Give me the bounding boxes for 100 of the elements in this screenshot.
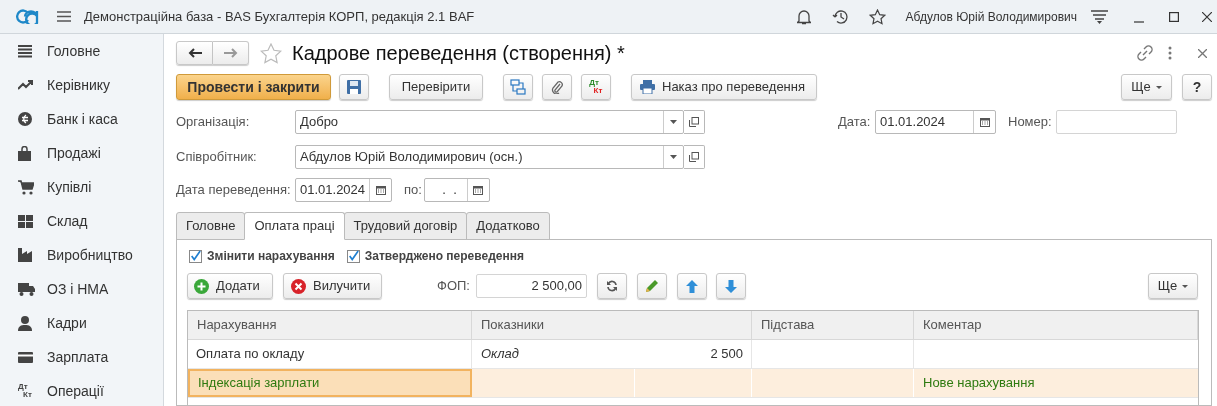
coin-icon [18,112,32,126]
tab[interactable]: Трудовий договір [343,212,468,240]
fop-field[interactable]: 2 500,00 [476,274,587,298]
help-button[interactable]: ? [1182,74,1212,100]
sidebar-item[interactable]: Банк і каса [47,108,118,130]
check-button[interactable]: Перевірити [389,74,483,100]
table-row[interactable]: Індексація зарплати Нове нарахування [188,369,1198,398]
table-cell: Індексація зарплати [188,369,472,397]
filter-menu-icon[interactable] [1091,9,1108,24]
checkbox-label: Змінити нарахування [207,248,335,265]
pencil-icon [645,279,659,293]
sidebar-item[interactable]: Продажі [47,142,101,164]
column-header[interactable]: Нарахування [188,311,472,340]
number-field[interactable] [1056,110,1177,134]
truck-icon [18,282,35,296]
open-button[interactable] [684,145,705,169]
menu-icon[interactable] [57,11,71,22]
dropdown-arrow-icon [670,120,677,124]
save-button[interactable] [339,74,369,100]
table-cell-text: Оклад [481,345,519,364]
tab[interactable]: Головне [176,212,246,240]
calendar-icon [473,185,484,195]
sidebar-item[interactable]: Операції [47,380,104,402]
sidebar-item[interactable]: Зарплата [47,346,109,368]
person-icon [18,315,32,331]
sidebar-item[interactable]: Кадри [47,312,87,334]
add-button[interactable]: Додати [187,273,273,299]
up-arrow-icon [686,279,698,293]
grid-icon [18,214,33,228]
card-icon [18,351,33,363]
attach-button[interactable] [542,74,572,100]
checkbox[interactable] [346,249,360,263]
select-field[interactable]: Добро [295,110,684,134]
more-button[interactable]: Ще [1148,273,1198,299]
checkbox-label: Затверджено переведення [364,248,524,265]
refresh-button[interactable] [597,273,627,299]
close-icon[interactable] [1202,11,1212,22]
date-field[interactable]: . . [424,178,490,202]
plus-icon [194,278,209,294]
move-down-button[interactable] [716,273,746,299]
star-icon[interactable] [868,8,886,25]
column-header[interactable]: Коментар [914,311,1198,340]
post-and-close-button[interactable]: Провести і закрити [176,74,331,100]
close-icon[interactable] [1198,48,1207,58]
table-row[interactable]: Оплата по окладу Оклад 2 500 [188,340,1198,369]
right-arrow-icon [223,48,238,58]
tab[interactable]: Оплата праці [244,212,345,240]
sidebar-item[interactable]: Склад [47,210,88,232]
history-icon[interactable] [831,8,849,25]
dropdown-arrow-icon [670,155,677,159]
field-label: ФОП: [437,277,471,296]
list-icon [18,44,32,58]
field-label: Організація: [176,113,251,132]
cart-icon [18,179,34,195]
more-icon[interactable] [1168,46,1172,60]
column-header[interactable]: Показники [472,311,752,340]
debit-credit-icon: Дт Кт [18,383,34,399]
table-cell-text: Нове нарахування [923,374,1035,393]
sidebar-item[interactable]: Виробництво [47,244,133,266]
remove-icon [291,278,306,294]
structure-icon [510,79,526,95]
back-button[interactable] [176,41,213,65]
trend-icon [18,80,34,90]
select-field[interactable]: Абдулов Юрій Володимирович (осн.) [295,145,684,169]
minimize-icon[interactable] [1134,20,1144,23]
remove-button[interactable]: Вилучити [283,273,382,299]
move-up-button[interactable] [677,273,707,299]
sidebar-item[interactable]: Головне [47,40,101,62]
bell-icon[interactable] [796,8,811,25]
print-order-button[interactable]: Наказ про переведення [631,74,817,100]
date-field[interactable]: 01.01.2024 [875,110,996,134]
sidebar-item[interactable]: ОЗ і НМА [47,278,109,300]
debit-credit-button[interactable]: Дт Кт [581,74,611,100]
field-label: Дата переведення: [176,181,292,200]
more-button[interactable]: Ще [1121,74,1172,100]
maximize-icon[interactable] [1169,11,1179,22]
left-arrow-icon [187,48,202,58]
document-title: Кадрове переведення (створення) * [292,41,625,66]
sidebar-item[interactable]: Купівлі [47,176,92,198]
date-field[interactable]: 01.01.2024 [295,178,393,202]
edit-button[interactable] [637,273,667,299]
factory-icon [18,248,32,262]
open-icon [689,117,699,127]
floppy-icon [347,80,361,94]
calendar-icon [375,185,386,195]
sidebar-item[interactable]: Керівнику [47,74,111,96]
open-button[interactable] [684,110,705,134]
user-name[interactable]: Абдулов Юрій Володимирович [905,7,1077,26]
field-label: Номер: [1008,113,1053,132]
structure-button[interactable] [503,74,533,100]
star-icon[interactable] [260,42,282,64]
link-icon[interactable] [1137,45,1153,61]
column-header[interactable]: Підстава [752,311,914,340]
printer-icon [640,80,655,94]
open-icon [689,152,699,162]
refresh-icon [606,280,618,292]
window-title: Демонстраційна база - BAS Бухгалтерія КОРП, редакція 2.1 BAF [84,7,475,26]
tab[interactable]: Додатково [466,212,550,240]
field-label: Дата: [838,113,872,132]
checkbox[interactable] [189,249,202,263]
